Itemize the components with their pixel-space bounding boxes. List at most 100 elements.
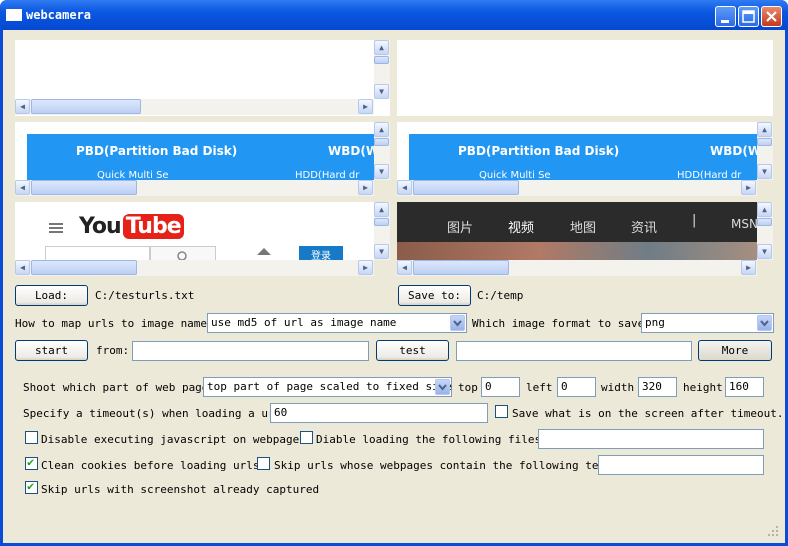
skip-text-label: Skip urls whose webpages contain the fol… bbox=[274, 459, 619, 472]
pane6-hscroll[interactable]: ◀ ▶ bbox=[397, 260, 757, 276]
preview-pane-2[interactable] bbox=[397, 40, 773, 116]
chevron-down-icon[interactable] bbox=[450, 315, 465, 331]
scroll-thumb[interactable] bbox=[374, 138, 389, 146]
scroll-thumb[interactable] bbox=[374, 218, 389, 226]
pane4-vscroll[interactable]: ▲ ▼ bbox=[757, 122, 773, 180]
scroll-up-arrow-icon[interactable]: ▲ bbox=[374, 202, 389, 217]
scroll-up-arrow-icon[interactable]: ▲ bbox=[374, 122, 389, 137]
timeout-label: Specify a timeout(s) when loading a url: bbox=[23, 407, 288, 420]
scroll-thumb[interactable] bbox=[757, 218, 772, 226]
timeout-input[interactable]: 60 bbox=[270, 403, 488, 423]
disable-files-checkbox[interactable] bbox=[300, 431, 313, 444]
youtube-logo: You Tube bbox=[79, 214, 184, 239]
clean-cookies-checkbox[interactable]: ✔ bbox=[25, 455, 38, 470]
chevron-down-icon[interactable] bbox=[435, 379, 450, 395]
from-input[interactable] bbox=[132, 341, 369, 361]
height-input[interactable]: 160 bbox=[725, 377, 764, 397]
scroll-thumb[interactable] bbox=[31, 99, 141, 114]
more-button[interactable]: More bbox=[698, 340, 772, 361]
load-path: C:/testurls.txt bbox=[95, 289, 195, 302]
load-button[interactable]: Load: bbox=[15, 285, 88, 306]
skip-text-checkbox[interactable] bbox=[257, 457, 270, 470]
nav-item: MSN bbox=[731, 217, 758, 231]
pane3-vscroll[interactable]: ▲ ▼ bbox=[374, 122, 390, 180]
scroll-left-arrow-icon[interactable]: ◀ bbox=[397, 180, 412, 195]
scroll-thumb[interactable] bbox=[413, 180, 519, 195]
scroll-up-arrow-icon[interactable]: ▲ bbox=[374, 40, 389, 55]
pane1-vscroll[interactable]: ▲ ▼ bbox=[374, 40, 390, 99]
test-button[interactable]: test bbox=[376, 340, 449, 361]
save-path: C:/temp bbox=[477, 289, 524, 302]
scroll-thumb[interactable] bbox=[374, 56, 389, 64]
preview-banner: PBD(Partition Bad Disk) WBD(W Quick Mult… bbox=[27, 134, 380, 180]
disable-files-label: Diable loading the following files. bbox=[316, 433, 548, 446]
client-area: ▲ ▼ ◀ ▶ PBD(Partition Bad Disk) WBD(W Qu… bbox=[3, 30, 785, 543]
scroll-up-arrow-icon[interactable]: ▲ bbox=[757, 122, 772, 137]
background-image bbox=[397, 242, 757, 260]
scroll-left-arrow-icon[interactable]: ◀ bbox=[15, 180, 30, 195]
pane4-hscroll[interactable]: ◀ ▶ bbox=[397, 180, 757, 196]
scroll-down-arrow-icon[interactable]: ▼ bbox=[374, 244, 389, 259]
scroll-left-arrow-icon[interactable]: ◀ bbox=[15, 260, 30, 275]
preview-pane-3[interactable]: PBD(Partition Bad Disk) WBD(W Quick Mult… bbox=[15, 122, 390, 180]
scroll-right-arrow-icon[interactable]: ▶ bbox=[358, 99, 373, 114]
scroll-right-arrow-icon[interactable]: ▶ bbox=[741, 180, 756, 195]
save-to-button[interactable]: Save to: bbox=[398, 285, 471, 306]
pane1-hscroll[interactable]: ◀ ▶ bbox=[15, 99, 374, 115]
top-label: top bbox=[458, 381, 478, 394]
format-select[interactable]: png bbox=[641, 313, 774, 333]
scroll-right-arrow-icon[interactable]: ▶ bbox=[741, 260, 756, 275]
preview-pane-4[interactable]: PBD(Partition Bad Disk) WBD(W Quick Mult… bbox=[397, 122, 773, 180]
scroll-right-arrow-icon[interactable]: ▶ bbox=[358, 260, 373, 275]
map-select[interactable]: use md5 of url as image name bbox=[207, 313, 467, 333]
scroll-down-arrow-icon[interactable]: ▼ bbox=[374, 84, 389, 99]
search-box[interactable] bbox=[45, 246, 150, 260]
shoot-select-value: top part of page scaled to fixed size bbox=[207, 380, 453, 393]
disable-js-checkbox[interactable] bbox=[25, 431, 38, 444]
shoot-select[interactable]: top part of page scaled to fixed size bbox=[203, 377, 452, 397]
start-button[interactable]: start bbox=[15, 340, 88, 361]
scroll-thumb[interactable] bbox=[757, 138, 772, 146]
preview-pane-6[interactable]: 图片 视频 地图 资讯 | MSN bbox=[397, 202, 773, 260]
minimize-button[interactable] bbox=[715, 6, 736, 27]
save-screen-checkbox[interactable] bbox=[495, 405, 508, 418]
resize-grip-icon[interactable] bbox=[767, 525, 779, 537]
width-input[interactable]: 320 bbox=[638, 377, 677, 397]
banner-item: HDD(Hard dr bbox=[677, 170, 742, 180]
minimize-icon bbox=[721, 20, 729, 23]
disable-files-input[interactable] bbox=[538, 429, 764, 449]
left-input[interactable]: 0 bbox=[557, 377, 596, 397]
skip-text-input[interactable] bbox=[598, 455, 764, 475]
close-button[interactable] bbox=[761, 6, 782, 27]
pane6-vscroll[interactable]: ▲ ▼ bbox=[757, 202, 773, 260]
nav-item: 地图 bbox=[570, 221, 597, 236]
maximize-icon bbox=[742, 10, 755, 23]
scroll-down-arrow-icon[interactable]: ▼ bbox=[757, 164, 772, 179]
chevron-down-icon[interactable] bbox=[757, 315, 772, 331]
pane3-hscroll[interactable]: ◀ ▶ bbox=[15, 180, 374, 196]
scroll-left-arrow-icon[interactable]: ◀ bbox=[397, 260, 412, 275]
scroll-thumb[interactable] bbox=[413, 260, 509, 275]
test-input[interactable] bbox=[456, 341, 692, 361]
map-label: How to map urls to image names? bbox=[15, 317, 221, 330]
pane5-hscroll[interactable]: ◀ ▶ bbox=[15, 260, 374, 276]
maximize-button[interactable] bbox=[738, 6, 759, 27]
scroll-thumb[interactable] bbox=[31, 260, 137, 275]
banner-item: WBD(W bbox=[328, 144, 380, 158]
title-bar[interactable]: webcamera bbox=[0, 0, 788, 30]
scroll-left-arrow-icon[interactable]: ◀ bbox=[15, 99, 30, 114]
pane5-vscroll[interactable]: ▲ ▼ bbox=[374, 202, 390, 260]
scroll-up-arrow-icon[interactable]: ▲ bbox=[757, 202, 772, 217]
scroll-thumb[interactable] bbox=[31, 180, 137, 195]
upload-icon bbox=[257, 248, 271, 255]
banner-item: Quick Multi Se bbox=[479, 170, 551, 180]
skip-captured-checkbox[interactable]: ✔ bbox=[25, 479, 38, 494]
scroll-right-arrow-icon[interactable]: ▶ bbox=[358, 180, 373, 195]
close-icon bbox=[766, 11, 777, 22]
preview-pane-5[interactable]: You Tube 登录 bbox=[15, 202, 390, 260]
search-button[interactable] bbox=[150, 246, 216, 260]
top-input[interactable]: 0 bbox=[481, 377, 520, 397]
scroll-down-arrow-icon[interactable]: ▼ bbox=[757, 244, 772, 259]
signin-button[interactable]: 登录 bbox=[299, 246, 343, 260]
scroll-down-arrow-icon[interactable]: ▼ bbox=[374, 164, 389, 179]
